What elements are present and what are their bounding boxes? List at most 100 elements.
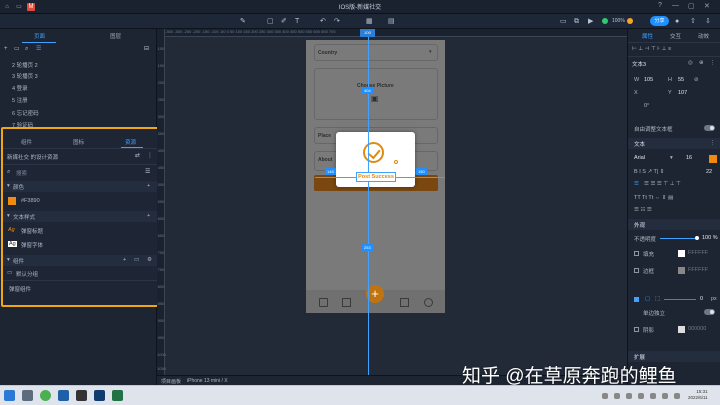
code-icon[interactable]: ⊕ xyxy=(699,60,704,66)
tab-properties[interactable]: 属性 xyxy=(642,32,653,40)
start-icon[interactable] xyxy=(4,390,15,401)
text-align-icons[interactable]: ☰ ☰ ☰ ⊤ ⊥ ⊤ xyxy=(644,181,681,187)
h-input[interactable]: 55 xyxy=(678,77,684,83)
search-input[interactable]: 搜索 xyxy=(16,169,27,177)
target-icon[interactable]: ◎ xyxy=(688,60,693,66)
corner-dashed-icon[interactable]: ⬚ xyxy=(655,296,660,302)
stroke-hex[interactable]: FFFFFF xyxy=(688,267,708,273)
shadow-checkbox[interactable] xyxy=(634,327,639,332)
tab-pages[interactable]: 页面 xyxy=(34,32,45,40)
align-icons[interactable]: ⊢ ⊥ ⊣ ⊤ ⊦ ⊥ ≡ xyxy=(632,46,671,52)
folder-icon[interactable]: ▭ xyxy=(134,257,139,263)
volume-icon[interactable] xyxy=(662,393,668,399)
close-button[interactable]: ✕ xyxy=(704,2,710,10)
list-item[interactable]: 5 注册 xyxy=(12,96,28,104)
bookmark-icon[interactable] xyxy=(400,298,409,307)
collapse-icon[interactable]: ⊟ xyxy=(144,45,149,54)
resize-handle[interactable] xyxy=(394,160,398,164)
frame-tool-icon[interactable]: ▢ xyxy=(267,17,274,26)
line-height-input[interactable]: 22 xyxy=(706,169,712,175)
align-left-icon[interactable]: ☰ xyxy=(634,181,639,187)
ime-icon[interactable] xyxy=(674,393,680,399)
tab-resources[interactable]: 资源 xyxy=(125,138,136,146)
corner-icon[interactable]: ▢ xyxy=(645,296,650,302)
section-colors[interactable]: ▾ 颜色 + xyxy=(3,181,165,192)
more-icon[interactable]: ⋮ xyxy=(147,152,153,161)
independent-corner-toggle[interactable] xyxy=(704,309,715,315)
rotation-input[interactable]: 0° xyxy=(644,103,649,109)
component-group[interactable]: 默认分组 xyxy=(16,270,38,278)
profile-icon[interactable] xyxy=(424,298,433,307)
auto-height-toggle[interactable] xyxy=(704,125,715,131)
more-icon[interactable]: ⋮ xyxy=(710,60,716,66)
download-icon[interactable]: ⇩ xyxy=(705,17,711,26)
settings-icon[interactable]: ⚙ xyxy=(147,257,152,263)
y-input[interactable]: 107 xyxy=(678,90,687,96)
network-icon[interactable] xyxy=(650,393,656,399)
undo-icon[interactable]: ↶ xyxy=(320,17,326,26)
stroke-swatch[interactable] xyxy=(678,267,685,274)
zoom-level[interactable]: 100% xyxy=(612,18,625,24)
color-name[interactable]: #F3890 xyxy=(21,198,40,204)
text-style-name[interactable]: 弹窗标题 xyxy=(21,227,43,235)
maximize-button[interactable]: ▢ xyxy=(688,2,695,10)
country-field[interactable]: Country ▾ xyxy=(314,44,438,61)
add-page-icon[interactable]: + xyxy=(4,45,8,54)
layout-icon[interactable]: ▤ xyxy=(388,17,395,26)
share-button[interactable]: 分享 xyxy=(650,16,669,26)
app-icon[interactable] xyxy=(58,390,69,401)
grid-icon[interactable] xyxy=(342,298,351,307)
help-icon[interactable]: ? xyxy=(658,2,662,9)
tray-icon[interactable] xyxy=(602,393,608,399)
font-size-input[interactable]: 16 xyxy=(686,155,692,161)
slider-handle[interactable] xyxy=(695,236,699,240)
tab-components[interactable]: 组件 xyxy=(21,138,32,146)
section-text[interactable]: 文本 ⋮ xyxy=(628,138,720,149)
text-color-swatch[interactable] xyxy=(709,155,717,163)
post-success-text[interactable]: Post Success xyxy=(356,172,396,182)
section-appearance[interactable]: 外观 xyxy=(628,219,720,230)
text-format-icons[interactable]: B I S ↗ T| ⇕ xyxy=(634,169,664,175)
shadow-swatch[interactable] xyxy=(678,326,685,333)
add-icon[interactable]: + xyxy=(147,183,150,189)
tab-animation[interactable]: 动效 xyxy=(698,32,709,40)
lock-ratio-icon[interactable]: ⊘ xyxy=(694,77,699,83)
font-select[interactable]: Arial xyxy=(634,155,645,161)
opacity-value[interactable]: 100 % xyxy=(702,235,718,241)
text-style-name[interactable]: 弹窗字体 xyxy=(21,241,43,249)
more-icon[interactable]: ⋮ xyxy=(710,140,716,146)
grid-icon[interactable]: ▦ xyxy=(366,17,373,26)
minimize-button[interactable]: — xyxy=(672,2,679,9)
list-item[interactable]: 4 登录 xyxy=(12,84,28,92)
list-item[interactable]: 3 轮播页 3 xyxy=(12,72,38,80)
w-input[interactable]: 105 xyxy=(644,77,653,83)
section-components[interactable]: ▾ 组件 + ▭ ⚙ xyxy=(3,255,165,266)
picture-picker[interactable]: Choose Picture ▣ xyxy=(314,68,438,120)
redo-icon[interactable]: ↷ xyxy=(334,17,340,26)
shadow-hex[interactable]: 000000 xyxy=(688,326,706,332)
stroke-checkbox[interactable] xyxy=(634,268,639,273)
tab-layers[interactable]: 图层 xyxy=(110,32,121,40)
list-item[interactable]: 6 忘记密码 xyxy=(12,109,39,117)
list-style-icons[interactable]: ☰ ☷ ☰ xyxy=(634,207,652,213)
text-case-icons[interactable]: TT Tt Tt ⇔ ⇕ ▤ xyxy=(634,195,673,201)
folder-icon[interactable]: ▭ xyxy=(14,45,20,54)
tray-icon[interactable] xyxy=(638,393,644,399)
search-icon[interactable]: ⌕ xyxy=(25,45,28,54)
pen-tool-icon[interactable]: ✎ xyxy=(240,17,246,26)
text-tool-icon[interactable]: T xyxy=(295,17,299,26)
upload-icon[interactable]: ⇧ xyxy=(690,17,696,26)
fill-checkbox[interactable] xyxy=(634,251,639,256)
link-icon[interactable]: ⇄ xyxy=(135,152,140,161)
tray-icon[interactable] xyxy=(626,393,632,399)
notification-icon[interactable] xyxy=(627,18,633,24)
tab-interaction[interactable]: 交互 xyxy=(670,32,681,40)
add-icon[interactable]: + xyxy=(123,257,126,263)
radius-input[interactable]: 0 xyxy=(700,296,703,302)
fill-swatch[interactable] xyxy=(678,250,685,257)
opacity-slider[interactable] xyxy=(660,238,696,239)
tab-icons[interactable]: 图标 xyxy=(73,138,84,146)
app-icon[interactable] xyxy=(76,390,87,401)
component-item[interactable]: 弹窗组件 xyxy=(9,285,31,293)
list-item[interactable]: 2 轮播页 2 xyxy=(12,61,38,69)
